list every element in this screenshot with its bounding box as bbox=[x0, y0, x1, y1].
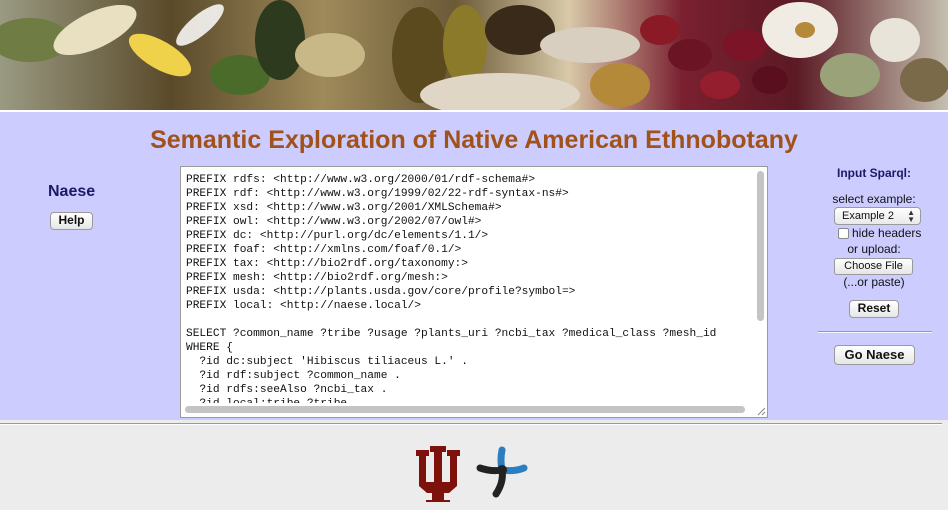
app-name-label: Naese bbox=[48, 183, 96, 200]
network-y-logo[interactable] bbox=[474, 446, 530, 500]
example-select-value: Example 2 bbox=[842, 210, 894, 222]
reset-button[interactable]: Reset bbox=[849, 300, 899, 318]
divider bbox=[818, 331, 932, 333]
select-arrows-icon: ▲ ▼ bbox=[907, 208, 915, 224]
choose-file-button[interactable]: Choose File bbox=[834, 258, 913, 275]
indiana-university-trident-logo[interactable] bbox=[414, 444, 462, 502]
hide-headers-label: hide headers bbox=[852, 226, 922, 240]
query-panel: Semantic Exploration of Native American … bbox=[0, 110, 948, 420]
select-example-label: select example: bbox=[832, 192, 916, 206]
horizontal-scrollbar[interactable] bbox=[185, 406, 745, 414]
go-naese-button[interactable]: Go Naese bbox=[834, 345, 915, 365]
botanical-collage-banner bbox=[0, 0, 948, 110]
hide-headers-checkbox[interactable] bbox=[838, 228, 849, 239]
example-select[interactable]: Example 2 ▲ ▼ bbox=[834, 207, 921, 225]
footer-divider bbox=[0, 423, 942, 425]
sparql-query-textarea[interactable]: PREFIX rdfs: <http://www.w3.org/2000/01/… bbox=[180, 166, 768, 418]
sparql-query-text[interactable]: PREFIX rdfs: <http://www.w3.org/2000/01/… bbox=[186, 173, 752, 403]
page-title: Semantic Exploration of Native American … bbox=[150, 126, 798, 154]
resize-grip-icon[interactable] bbox=[756, 406, 766, 416]
vertical-scroll-thumb[interactable] bbox=[757, 171, 764, 321]
horizontal-scroll-thumb[interactable] bbox=[185, 406, 745, 413]
input-sparql-label: Input Sparql: bbox=[837, 166, 911, 180]
help-button[interactable]: Help bbox=[50, 212, 93, 230]
vertical-scrollbar[interactable] bbox=[756, 171, 765, 401]
or-upload-label: or upload: bbox=[847, 242, 901, 256]
or-paste-label: (...or paste) bbox=[843, 275, 905, 289]
